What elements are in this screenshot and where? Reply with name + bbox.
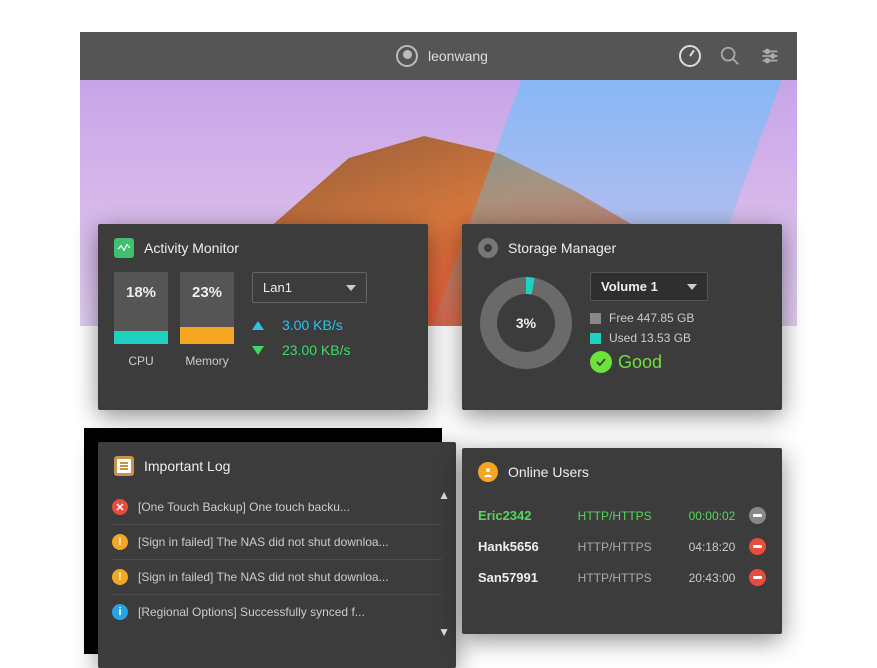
user-name: Eric2342 — [478, 508, 564, 523]
disconnect-button[interactable] — [749, 507, 766, 524]
user-time: 00:00:02 — [673, 509, 735, 523]
free-swatch-icon — [590, 313, 601, 324]
download-arrow-icon — [252, 346, 264, 355]
search-icon[interactable] — [719, 45, 741, 67]
important-log-widget: Important Log ▲ ✕[One Touch Backup] One … — [98, 442, 456, 668]
activity-monitor-widget: Activity Monitor 18% CPU 23% Memory Lan1… — [98, 224, 428, 410]
chevron-down-icon — [687, 284, 697, 290]
volume-select[interactable]: Volume 1 — [590, 272, 708, 301]
log-row[interactable]: ! [Sign in failed] The NAS did not shut d… — [112, 525, 442, 560]
scroll-down-button[interactable]: ▼ — [438, 625, 450, 639]
user-row: Eric2342 HTTP/HTTPS 00:00:02 — [478, 500, 766, 531]
memory-percent: 23% — [192, 284, 222, 301]
cpu-percent: 18% — [126, 284, 156, 301]
free-legend: Free 447.85 GB — [590, 311, 764, 325]
log-text: [Sign in failed] The NAS did not shut do… — [138, 535, 442, 549]
download-speed: 23.00 KB/s — [282, 342, 351, 358]
log-text: [Sign in failed] The NAS did not shut do… — [138, 570, 442, 584]
warning-icon: ! — [112, 534, 128, 550]
info-icon: i — [112, 604, 128, 620]
warning-icon: ! — [112, 569, 128, 585]
top-bar: leonwang — [80, 32, 797, 80]
log-list: ▲ ✕[One Touch Backup] One touch backu...… — [98, 490, 456, 637]
log-text: [One Touch Backup] One touch backu... — [138, 500, 442, 514]
user-protocol: HTTP/HTTPS — [578, 571, 660, 585]
avatar-icon — [396, 45, 418, 67]
lan-select[interactable]: Lan1 — [252, 272, 367, 303]
user-name: San57991 — [478, 570, 564, 585]
log-row[interactable]: ! [Sign in failed] The NAS did not shut d… — [112, 560, 442, 595]
widget-header: Important Log — [98, 442, 456, 490]
user-time: 04:18:20 — [673, 540, 735, 554]
chevron-down-icon — [346, 285, 356, 291]
user-row: Hank5656 HTTP/HTTPS 04:18:20 — [478, 531, 766, 562]
storage-percent: 3% — [516, 315, 536, 331]
upload-speed: 3.00 KB/s — [282, 317, 343, 333]
upload-arrow-icon — [252, 321, 264, 330]
disconnect-button[interactable] — [749, 538, 766, 555]
log-text: [Regional Options] Successfully synced f… — [138, 605, 442, 619]
used-swatch-icon — [590, 333, 601, 344]
used-legend: Used 13.53 GB — [590, 331, 764, 345]
widget-title: Online Users — [508, 464, 589, 480]
lan-selected-value: Lan1 — [263, 280, 292, 295]
log-row[interactable]: i [Regional Options] Successfully synced … — [112, 595, 442, 629]
upload-row: 3.00 KB/s — [252, 317, 412, 333]
user-list: Eric2342 HTTP/HTTPS 00:00:02 Hank5656 HTTP/H… — [462, 496, 782, 605]
download-row: 23.00 KB/s — [252, 342, 412, 358]
user-row: San57991 HTTP/HTTPS 20:43:00 — [478, 562, 766, 593]
storage-donut: 3% — [480, 277, 572, 369]
widget-title: Activity Monitor — [144, 240, 239, 256]
users-icon — [478, 462, 498, 482]
widget-header: Activity Monitor — [98, 224, 428, 272]
settings-icon[interactable] — [759, 45, 781, 67]
user-time: 20:43:00 — [673, 571, 735, 585]
memory-gauge: 23% Memory — [180, 272, 234, 368]
widget-title: Storage Manager — [508, 240, 616, 256]
widget-header: Online Users — [462, 448, 782, 496]
storage-manager-widget: Storage Manager 3% Volume 1 Free 447.85 … — [462, 224, 782, 410]
storage-icon — [478, 238, 498, 258]
user-protocol: HTTP/HTTPS — [578, 540, 660, 554]
volume-selected-value: Volume 1 — [601, 279, 658, 294]
user-protocol: HTTP/HTTPS — [578, 509, 660, 523]
storage-status: Good — [590, 351, 764, 373]
free-label: Free 447.85 GB — [609, 311, 694, 325]
username: leonwang — [428, 48, 488, 64]
cpu-label: CPU — [128, 354, 153, 368]
memory-label: Memory — [185, 354, 228, 368]
widget-header: Storage Manager — [462, 224, 782, 272]
check-icon — [590, 351, 612, 373]
disconnect-button[interactable] — [749, 569, 766, 586]
cpu-gauge: 18% CPU — [114, 272, 168, 368]
log-row[interactable]: ✕ [One Touch Backup] One touch backu... — [112, 490, 442, 525]
status-text: Good — [618, 352, 662, 373]
log-icon — [114, 456, 134, 476]
activity-icon — [114, 238, 134, 258]
user-name: Hank5656 — [478, 539, 564, 554]
dashboard-icon[interactable] — [679, 45, 701, 67]
online-users-widget: Online Users Eric2342 HTTP/HTTPS 00:00:02 H… — [462, 448, 782, 634]
error-icon: ✕ — [112, 499, 128, 515]
log-outer-frame: Important Log ▲ ✕[One Touch Backup] One … — [84, 428, 442, 654]
user-area[interactable]: leonwang — [396, 45, 488, 67]
used-label: Used 13.53 GB — [609, 331, 691, 345]
widget-title: Important Log — [144, 458, 230, 474]
